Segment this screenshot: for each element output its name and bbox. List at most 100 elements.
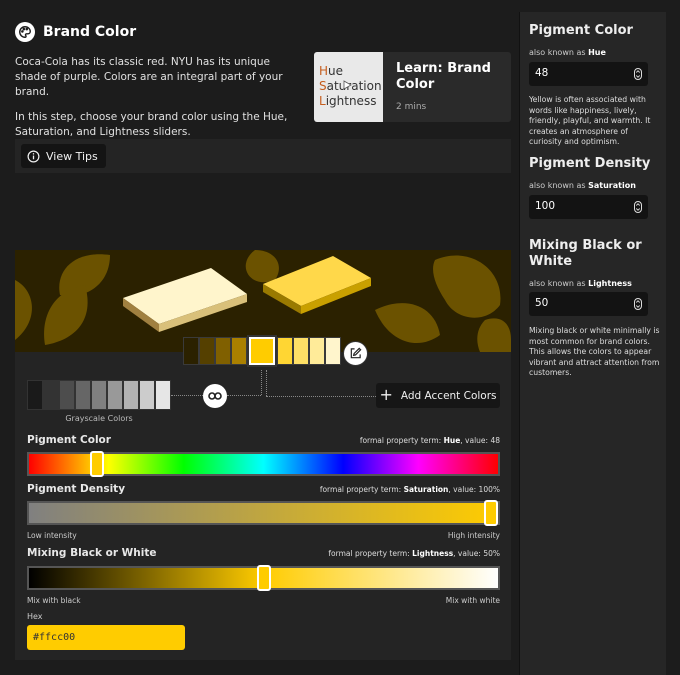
thumb-lightness-rest: ightness	[325, 94, 377, 108]
shade-swatch[interactable]	[231, 337, 247, 365]
term-prefix: formal property term:	[319, 485, 404, 494]
lightness-slider-term: formal property term: Lightness, value: …	[328, 549, 500, 558]
shade-swatch[interactable]	[309, 337, 325, 365]
connector-line	[227, 395, 261, 396]
plus-icon: +	[379, 384, 393, 404]
link-colors-button[interactable]	[203, 384, 227, 408]
palette-icon	[15, 22, 35, 42]
learn-card[interactable]: Hue Saturation Lightness Learn: Brand Co…	[314, 52, 511, 122]
learn-duration: 2 mins	[396, 102, 427, 112]
connector-line	[261, 370, 262, 395]
grayscale-swatch[interactable]	[75, 380, 91, 410]
grayscale-swatch[interactable]	[123, 380, 139, 410]
hue-input-value: 48	[535, 67, 549, 79]
properties-sidebar: Pigment Color also known as Hue 48 Yello…	[519, 12, 666, 675]
shade-swatch[interactable]	[293, 337, 309, 365]
lightness-slider-thumb[interactable]	[257, 565, 271, 591]
grayscale-swatch[interactable]	[59, 380, 75, 410]
grayscale-swatch[interactable]	[139, 380, 155, 410]
shade-swatch-strip	[183, 335, 341, 369]
grayscale-swatch[interactable]	[43, 380, 59, 410]
saturation-slider-thumb[interactable]	[484, 500, 498, 526]
add-accent-colors-button[interactable]: + Add Accent Colors	[376, 383, 500, 408]
view-tips-button[interactable]: View Tips	[21, 144, 106, 168]
learn-thumbnail[interactable]: Hue Saturation Lightness	[314, 52, 383, 122]
preview-card-light	[123, 268, 247, 332]
sidebar-saturation-aka: also known as Saturation	[529, 181, 636, 190]
sidebar-hue-description: Yellow is often associated with words li…	[529, 95, 651, 146]
term-name: Hue	[443, 436, 461, 445]
play-icon	[343, 80, 352, 90]
lightness-low-label: Mix with black	[27, 596, 81, 605]
saturation-range-labels: Low intensity High intensity	[27, 531, 500, 540]
hue-slider-name: Pigment Color	[27, 434, 111, 446]
thumb-hue-text: Hue	[319, 64, 344, 78]
grayscale-swatch[interactable]	[107, 380, 123, 410]
sidebar-lightness-description: Mixing black or white minimally is most …	[529, 326, 660, 377]
hue-slider-thumb[interactable]	[90, 451, 104, 477]
grayscale-swatch[interactable]	[155, 380, 171, 410]
sidebar-lightness-input[interactable]: 50	[529, 292, 648, 316]
shade-swatch[interactable]	[183, 337, 199, 365]
saturation-input-value: 100	[535, 200, 556, 212]
aka-name: Hue	[588, 48, 606, 57]
lightness-high-label: Mix with white	[445, 596, 500, 605]
link-icon	[208, 392, 222, 400]
term-name: Lightness	[412, 549, 454, 558]
aka-prefix: also known as	[529, 181, 589, 190]
spinner-icon[interactable]	[634, 201, 642, 213]
lightness-slider-track[interactable]	[27, 565, 500, 591]
thumb-saturation-rest: aturation	[326, 79, 382, 93]
term-prefix: formal property term:	[359, 436, 444, 445]
term-value: , value: 100%	[448, 485, 500, 494]
sidebar-hue-title: Pigment Color	[529, 23, 633, 38]
tips-bar: View Tips	[15, 139, 511, 173]
sidebar-lightness-title: Mixing Black or White	[529, 238, 642, 269]
saturation-low-label: Low intensity	[27, 531, 77, 540]
lightness-slider-header: Mixing Black or White formal property te…	[27, 547, 500, 559]
page-header: Brand Color	[15, 22, 136, 42]
lightness-slider-name: Mixing Black or White	[27, 547, 157, 559]
term-name: Saturation	[403, 485, 449, 494]
edit-color-button[interactable]	[343, 341, 368, 366]
saturation-slider-header: Pigment Density formal property term: Sa…	[27, 483, 500, 495]
intro-paragraph: In this step, choose your brand color us…	[15, 111, 288, 138]
intro-text: Coca-Cola has its classic red. NYU has i…	[15, 55, 300, 140]
saturation-slider-term: formal property term: Saturation, value:…	[320, 485, 500, 494]
learn-title: Learn: Brand Color	[396, 61, 491, 92]
intro-paragraph: Coca-Cola has its classic red. NYU has i…	[15, 56, 283, 98]
shade-swatch[interactable]	[325, 337, 341, 365]
grayscale-swatch[interactable]	[91, 380, 107, 410]
view-tips-label: View Tips	[46, 149, 98, 163]
hue-slider-term: formal property term: Hue, value: 48	[360, 436, 500, 445]
aka-name: Lightness	[588, 279, 632, 288]
sidebar-saturation-input[interactable]: 100	[529, 195, 648, 219]
shade-swatch[interactable]	[277, 337, 293, 365]
spinner-icon[interactable]	[634, 68, 642, 80]
add-accent-label: Add Accent Colors	[400, 389, 497, 402]
aka-prefix: also known as	[529, 279, 589, 288]
spinner-icon[interactable]	[634, 298, 642, 310]
sidebar-hue-aka: also known as Hue	[529, 48, 606, 57]
connector-line	[266, 370, 267, 396]
aka-prefix: also known as	[529, 48, 589, 57]
info-icon	[27, 150, 40, 162]
shade-swatch[interactable]	[199, 337, 215, 365]
thumb-lightness-text: Lightness	[319, 94, 377, 108]
learn-info: Learn: Brand Color 2 mins	[383, 52, 501, 122]
shade-swatch[interactable]	[215, 337, 231, 365]
grayscale-swatch[interactable]	[27, 380, 43, 410]
hex-input[interactable]: #ffcc00	[27, 625, 185, 650]
thumb-hue-rest: ue	[328, 64, 344, 78]
edit-icon	[350, 347, 362, 359]
connector-line	[266, 396, 376, 397]
lightness-range-labels: Mix with black Mix with white	[27, 596, 500, 605]
selected-shade-swatch[interactable]	[247, 335, 277, 367]
term-prefix: formal property term:	[328, 549, 413, 558]
sidebar-lightness-aka: also known as Lightness	[529, 279, 632, 288]
sidebar-hue-input[interactable]: 48	[529, 62, 648, 86]
hue-slider-track[interactable]	[27, 451, 500, 477]
saturation-slider-track[interactable]	[27, 500, 500, 526]
hex-label: Hex	[27, 612, 43, 621]
sidebar-saturation-title: Pigment Density	[529, 156, 651, 171]
